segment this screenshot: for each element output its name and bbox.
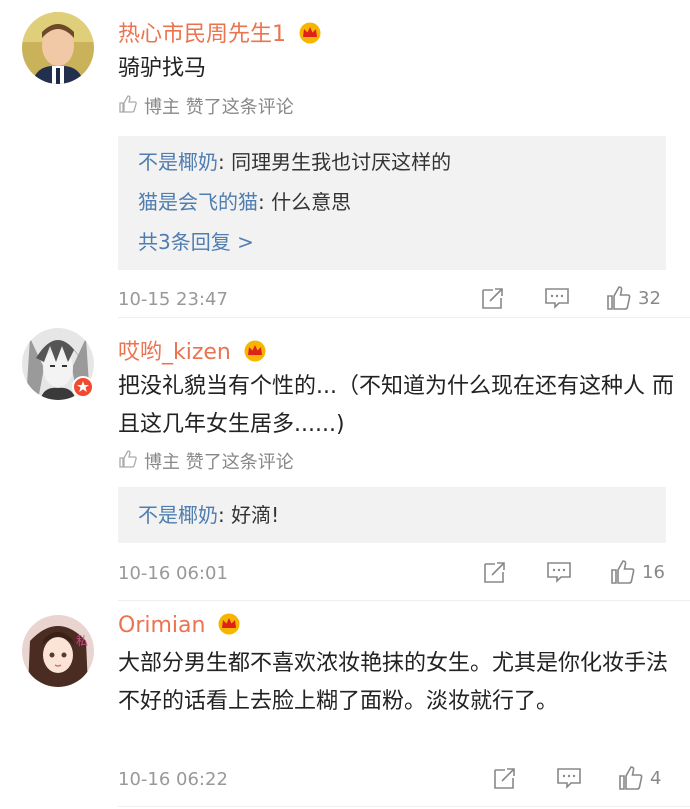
comment-button[interactable] (556, 765, 582, 791)
author-liked-note: 博主 赞了这条评论 (118, 448, 294, 474)
divider (118, 806, 690, 807)
reply-username[interactable]: 猫是会飞的猫 (138, 190, 258, 214)
thumbs-up-icon (118, 94, 138, 119)
replies-box: 不是椰奶: 好滴! (118, 487, 666, 543)
reply-item: 猫是会飞的猫: 什么意思 (138, 182, 646, 222)
crown-icon (297, 22, 323, 50)
comment-meta: 10-16 06:01 16 (118, 559, 670, 589)
verified-badge-icon (72, 376, 94, 398)
share-icon (484, 562, 505, 583)
reply-text: : 好滴! (218, 503, 280, 527)
like-button[interactable]: 32 (606, 285, 661, 311)
comment-text: 骑驴找马 (118, 56, 207, 81)
comment-button[interactable] (546, 559, 572, 585)
like-count: 32 (638, 287, 661, 309)
like-count: 16 (642, 561, 665, 583)
comment-2: 哎哟_kizen 把没礼貌当有个性的...（不知道为什么现在还有这种人 而且这几… (0, 318, 690, 601)
thumbs-up-icon (118, 449, 138, 474)
author-liked-note: 博主 赞了这条评论 (118, 93, 294, 119)
comment-1: 热心市民周先生1 骑驴找马 博主 赞了这条评论 不是椰奶: 同理男生我也讨厌这样… (0, 0, 690, 318)
like-count: 4 (650, 767, 662, 789)
share-icon (494, 768, 515, 789)
timestamp: 10-16 06:22 (118, 769, 228, 790)
crown-icon (216, 613, 242, 641)
username[interactable]: 热心市民周先生1 (118, 16, 323, 50)
timestamp: 10-16 06:01 (118, 563, 228, 584)
reply-item: 不是椰奶: 同理男生我也讨厌这样的 (138, 142, 646, 182)
thumbs-up-icon (607, 286, 631, 310)
reply-username[interactable]: 不是椰奶 (138, 503, 218, 527)
share-button[interactable] (482, 559, 508, 585)
share-icon (482, 288, 503, 309)
avatar[interactable]: 私 (22, 615, 94, 687)
thumbs-up-icon (619, 766, 643, 790)
username[interactable]: Orimian (118, 613, 242, 641)
svg-text:私: 私 (76, 634, 88, 648)
like-button[interactable]: 4 (618, 765, 661, 791)
comment-icon (557, 768, 581, 789)
comment-meta: 10-15 23:47 32 (118, 285, 670, 315)
crown-icon (242, 340, 268, 368)
more-replies-link[interactable]: 共3条回复 > (138, 222, 646, 262)
comment-3: 私 Orimian 大部分男生都不喜欢浓妆艳抹的女生。尤其是你化妆手法不好的话看… (0, 601, 690, 809)
share-button[interactable] (480, 285, 506, 311)
username[interactable]: 哎哟_kizen (118, 334, 268, 368)
comment-text: 把没礼貌当有个性的...（不知道为什么现在还有这种人 而且这几年女生居多....… (118, 374, 674, 437)
reply-item: 不是椰奶: 好滴! (138, 495, 646, 535)
reply-text: : 什么意思 (258, 190, 352, 214)
comment-button[interactable] (544, 285, 570, 311)
like-button[interactable]: 16 (610, 559, 665, 585)
reply-username[interactable]: 不是椰奶 (138, 150, 218, 174)
comment-meta: 10-16 06:22 4 (118, 765, 670, 795)
thumbs-up-icon (611, 560, 635, 584)
comment-text: 大部分男生都不喜欢浓妆艳抹的女生。尤其是你化妆手法不好的话看上去脸上糊了面粉。淡… (118, 651, 669, 714)
timestamp: 10-15 23:47 (118, 289, 228, 310)
comment-icon (547, 562, 571, 583)
reply-text: : 同理男生我也讨厌这样的 (218, 150, 452, 174)
replies-box: 不是椰奶: 同理男生我也讨厌这样的 猫是会飞的猫: 什么意思 共3条回复 > (118, 136, 666, 270)
share-button[interactable] (492, 765, 518, 791)
comment-icon (545, 288, 569, 309)
avatar[interactable] (22, 12, 94, 84)
